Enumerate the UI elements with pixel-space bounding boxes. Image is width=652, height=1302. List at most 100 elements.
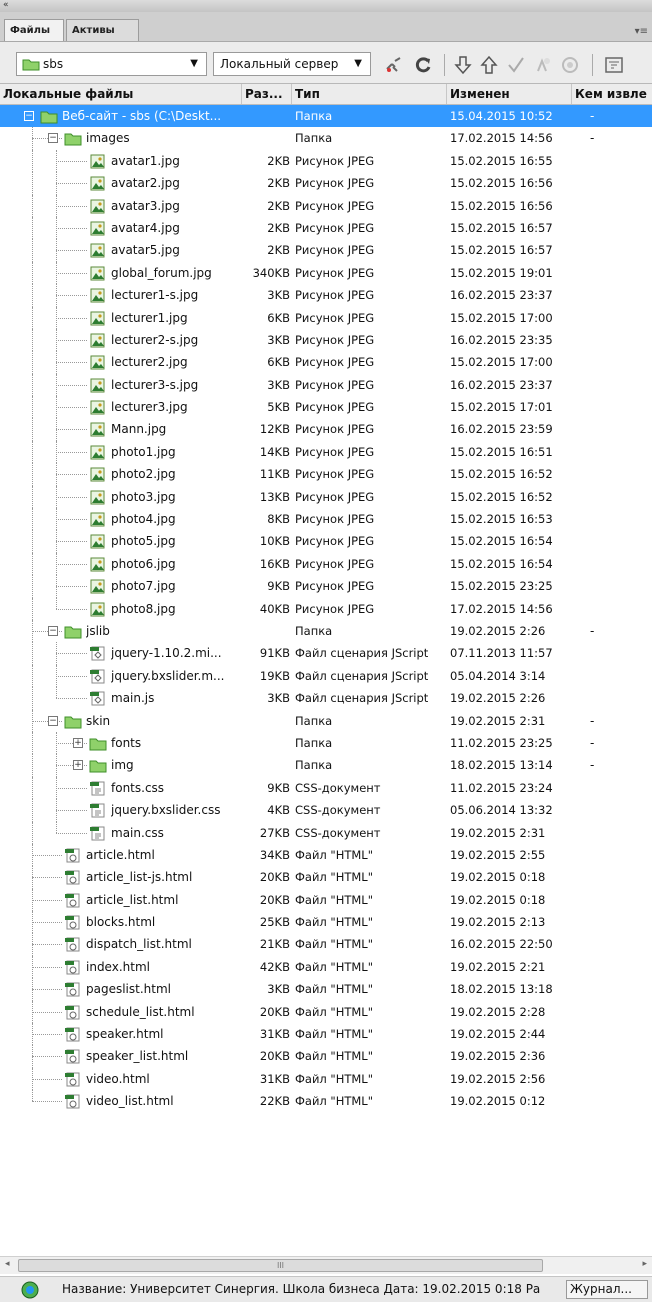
- refresh-icon[interactable]: [413, 55, 433, 75]
- file-type: Рисунок JPEG: [295, 601, 375, 616]
- tree-file-row[interactable]: avatar2.jpg 2KB Рисунок JPEG 15.02.2015 16:…: [0, 172, 652, 195]
- column-header-name[interactable]: Локальные файлы: [0, 84, 242, 104]
- tree-file-row[interactable]: jquery-1.10.2.mi... 91KB Файл сценария JSc…: [0, 642, 652, 665]
- check-in-icon[interactable]: [533, 55, 553, 75]
- column-header-type[interactable]: Тип: [292, 84, 447, 104]
- expand-icon[interactable]: +: [73, 737, 83, 748]
- file-name: avatar1.jpg: [111, 153, 180, 168]
- tree-file-row[interactable]: main.css 27KB CSS-документ 19.02.2015 2:31: [0, 821, 652, 844]
- tree-line: [56, 339, 87, 341]
- file-size: 9KB: [267, 579, 290, 594]
- tree-file-row[interactable]: lecturer3-s.jpg 3KB Рисунок JPEG 16.02.2015…: [0, 373, 652, 397]
- tree-line: [32, 485, 33, 509]
- tree-file-row[interactable]: photo7.jpg 9KB Рисунок JPEG 15.02.2015 23:2…: [0, 575, 652, 598]
- tree-file-row[interactable]: avatar1.jpg 2KB Рисунок JPEG 15.02.2015 16:…: [0, 149, 652, 173]
- tree-folder-row[interactable]: + fonts Папка 11.02.2015 23:25 -: [0, 731, 652, 755]
- column-header-size[interactable]: Раз...: [242, 84, 292, 104]
- tree-file-row[interactable]: lecturer1-s.jpg 3KB Рисунок JPEG 16.02.2015…: [0, 284, 652, 307]
- file-size: 42KB: [259, 959, 290, 974]
- tree-file-row[interactable]: schedule_list.html 20KB Файл "HTML" 19.02.2…: [0, 1000, 652, 1024]
- expand-panel-icon[interactable]: [604, 55, 624, 75]
- file-name: main.js: [111, 691, 155, 706]
- tree-line: [56, 306, 57, 329]
- tree-file-row[interactable]: speaker_list.html 20KB Файл "HTML" 19.02.20…: [0, 1045, 652, 1068]
- tree-file-row[interactable]: jquery.bxslider.m... 19KB Файл сценария JS…: [0, 664, 652, 688]
- tree-file-row[interactable]: video.html 31KB Файл "HTML" 19.02.2015 2:56: [0, 1067, 652, 1091]
- column-header-checked-out[interactable]: Кем извле: [572, 84, 652, 104]
- tree-file-row[interactable]: blocks.html 25KB Файл "HTML" 19.02.2015 2:1…: [0, 911, 652, 934]
- file-type: Папка: [295, 623, 333, 638]
- tree-folder-row[interactable]: − skin Папка 19.02.2015 2:31 -: [0, 709, 652, 732]
- tree-file-row[interactable]: photo4.jpg 8KB Рисунок JPEG 15.02.2015 16:5…: [0, 508, 652, 531]
- tree-line: [56, 227, 87, 229]
- file-type: Рисунок JPEG: [295, 467, 375, 482]
- collapse-icon[interactable]: −: [48, 133, 58, 144]
- tree-file-row[interactable]: article.html 34KB Файл "HTML" 19.02.2015 2:…: [0, 843, 652, 867]
- tree-file-row[interactable]: article_list-js.html 20KB Файл "HTML" 19.02…: [0, 866, 652, 889]
- tree-folder-row[interactable]: − images Папка 17.02.2015 14:56 -: [0, 127, 652, 150]
- scroll-left-icon[interactable]: ◂: [5, 1259, 10, 1269]
- collapse-icon[interactable]: −: [24, 111, 34, 121]
- tree-line: [32, 1090, 33, 1102]
- panel-collapse-strip[interactable]: «: [0, 0, 652, 12]
- tab-assets[interactable]: Активы: [66, 19, 139, 41]
- tree-file-row[interactable]: photo5.jpg 10KB Рисунок JPEG 15.02.2015 16:…: [0, 530, 652, 553]
- tree-folder-row[interactable]: − Веб-сайт - sbs (C:\Deskt... Папка 15.04.2…: [0, 105, 652, 128]
- file-name: lecturer3-s.jpg: [111, 377, 199, 392]
- tree-file-row[interactable]: pageslist.html 3KB Файл "HTML" 18.02.2015 1…: [0, 978, 652, 1001]
- tree-folder-row[interactable]: − jslib Папка 19.02.2015 2:26 -: [0, 619, 652, 643]
- view-select[interactable]: Локальный сервер ▼: [213, 52, 371, 76]
- file-modified: 15.02.2015 17:00: [450, 310, 553, 325]
- tree-file-row[interactable]: avatar3.jpg 2KB Рисунок JPEG 15.02.2015 16:…: [0, 194, 652, 217]
- tab-files[interactable]: Файлы: [4, 19, 64, 41]
- log-button[interactable]: Журнал...: [566, 1280, 648, 1299]
- panel-options-icon[interactable]: ▾≡: [635, 26, 648, 37]
- tree-file-row[interactable]: photo8.jpg 40KB Рисунок JPEG 17.02.2015 14:…: [0, 597, 652, 620]
- tree-file-row[interactable]: photo3.jpg 13KB Рисунок JPEG 15.02.2015 16:…: [0, 485, 652, 509]
- tree-file-row[interactable]: lecturer3.jpg 5KB Рисунок JPEG 15.02.2015 1…: [0, 396, 652, 419]
- tree-file-row[interactable]: global_forum.jpg 340KB Рисунок JPEG 15.02.2…: [0, 261, 652, 285]
- tree-file-row[interactable]: avatar5.jpg 2KB Рисунок JPEG 15.02.2015 16:…: [0, 239, 652, 262]
- tree-file-row[interactable]: Mann.jpg 12KB Рисунок JPEG 16.02.2015 23:59: [0, 418, 652, 441]
- tree-file-row[interactable]: lecturer2-s.jpg 3KB Рисунок JPEG 16.02.2015…: [0, 328, 652, 352]
- tree-line: [56, 396, 57, 419]
- tree-line: [32, 373, 33, 397]
- horizontal-scrollbar[interactable]: ◂ III ▸: [0, 1256, 652, 1274]
- tree-line: [56, 351, 57, 374]
- tree-file-row[interactable]: photo1.jpg 14KB Рисунок JPEG 15.02.2015 16:…: [0, 440, 652, 464]
- tree-file-row[interactable]: dispatch_list.html 21KB Файл "HTML" 16.02.2…: [0, 933, 652, 956]
- tree-line: [32, 530, 33, 553]
- tree-file-row[interactable]: avatar4.jpg 2KB Рисунок JPEG 15.02.2015 16:…: [0, 216, 652, 240]
- get-files-icon[interactable]: [453, 55, 473, 75]
- scrollbar-thumb[interactable]: III: [18, 1259, 543, 1272]
- connect-icon[interactable]: [384, 55, 404, 75]
- scroll-right-icon[interactable]: ▸: [642, 1259, 647, 1269]
- tree-file-row[interactable]: lecturer1.jpg 6KB Рисунок JPEG 15.02.2015 1…: [0, 306, 652, 329]
- collapse-icon[interactable]: «: [3, 0, 9, 10]
- file-modified: 19.02.2015 2:31: [450, 713, 546, 728]
- tree-file-row[interactable]: article_list.html 20KB Файл "HTML" 19.02.20…: [0, 888, 652, 912]
- file-name: avatar4.jpg: [111, 220, 180, 235]
- tree-file-row[interactable]: index.html 42KB Файл "HTML" 19.02.2015 2:21: [0, 955, 652, 979]
- tree-file-row[interactable]: main.js 3KB Файл сценария JScript 19.02.201…: [0, 687, 652, 710]
- column-header-modified[interactable]: Изменен: [447, 84, 572, 104]
- collapse-icon[interactable]: −: [48, 625, 58, 636]
- check-out-icon[interactable]: [506, 55, 526, 75]
- tree-file-row[interactable]: video_list.html 22KB Файл "HTML" 19.02.2015…: [0, 1090, 652, 1112]
- tree-folder-row[interactable]: + img Папка 18.02.2015 13:14 -: [0, 754, 652, 777]
- file-type: Файл "HTML": [295, 847, 374, 862]
- html-file-icon: [65, 982, 80, 997]
- tree-file-row[interactable]: photo6.jpg 16KB Рисунок JPEG 15.02.2015 16:…: [0, 552, 652, 576]
- image-file-icon: [90, 512, 105, 527]
- synchronize-icon[interactable]: [560, 55, 580, 75]
- expand-icon[interactable]: +: [73, 760, 83, 771]
- tree-file-row[interactable]: lecturer2.jpg 6KB Рисунок JPEG 15.02.2015 1…: [0, 351, 652, 374]
- collapse-icon[interactable]: −: [48, 715, 58, 726]
- site-select[interactable]: sbs ▼: [16, 52, 207, 76]
- put-files-icon[interactable]: [479, 55, 499, 75]
- file-modified: 16.02.2015 22:50: [450, 937, 553, 952]
- tree-file-row[interactable]: fonts.css 9KB CSS-документ 11.02.2015 23:24: [0, 776, 652, 800]
- tree-file-row[interactable]: jquery.bxslider.css 4KB CSS-документ 05.06.…: [0, 799, 652, 822]
- tree-file-row[interactable]: speaker.html 31KB Файл "HTML" 19.02.2015 2:…: [0, 1023, 652, 1046]
- tree-file-row[interactable]: photo2.jpg 11KB Рисунок JPEG 15.02.2015 16:…: [0, 463, 652, 486]
